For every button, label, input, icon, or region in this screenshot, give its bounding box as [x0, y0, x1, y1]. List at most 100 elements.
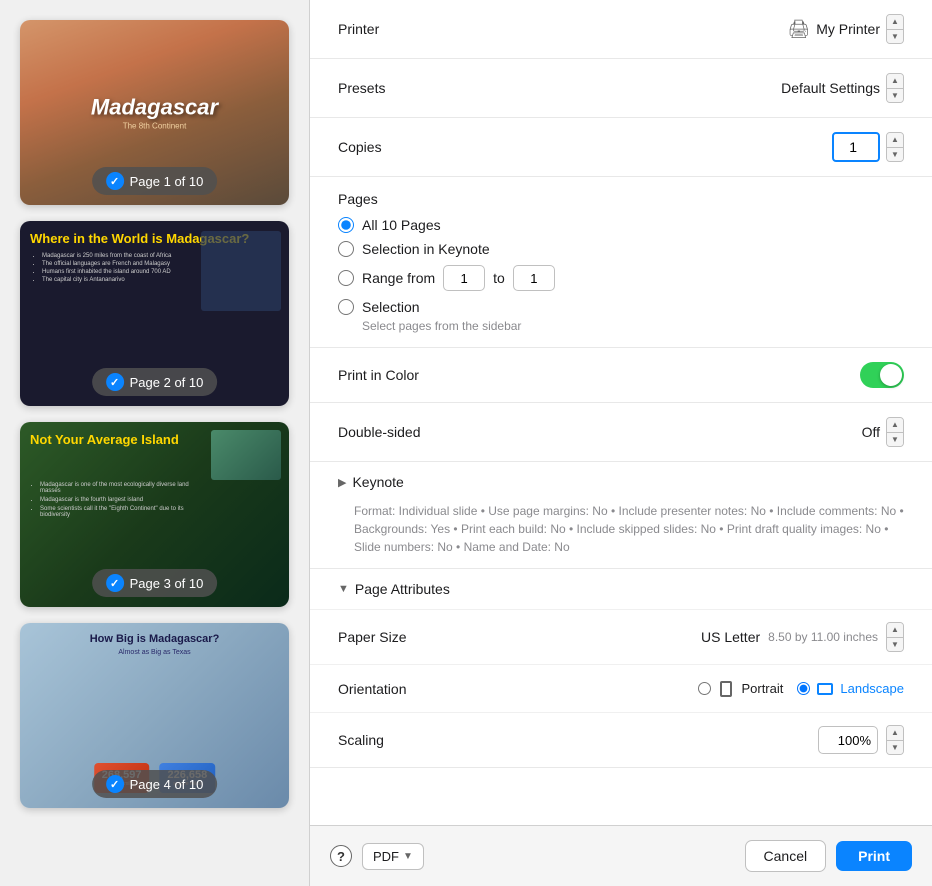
- p3-bullet-2: Madagascar is the fourth largest island: [40, 497, 200, 503]
- cancel-button[interactable]: Cancel: [745, 840, 827, 872]
- portrait-page-icon: [720, 681, 732, 697]
- page-4-label: Page 4 of 10: [130, 777, 204, 792]
- page-4-label-bar: Page 4 of 10: [92, 770, 218, 798]
- color-toggle[interactable]: [860, 362, 904, 388]
- paper-size-stepper[interactable]: ▲ ▼: [886, 622, 904, 652]
- paper-size-label: Paper Size: [338, 629, 478, 645]
- presets-label: Presets: [338, 80, 458, 96]
- range-from-input[interactable]: [443, 265, 485, 291]
- page-attributes-header[interactable]: ▼ Page Attributes: [310, 569, 932, 609]
- keynote-header[interactable]: ▶ Keynote: [310, 462, 932, 502]
- portrait-option[interactable]: Portrait: [698, 679, 783, 699]
- page-1-label-bar: Page 1 of 10: [92, 167, 218, 195]
- check-icon-4: [106, 775, 124, 793]
- keynote-section: ▶ Keynote Format: Individual slide • Use…: [310, 462, 932, 569]
- help-button[interactable]: ?: [330, 845, 352, 867]
- scaling-input[interactable]: [818, 726, 878, 754]
- page-thumb-4[interactable]: How Big is Madagascar? Almost as Big as …: [20, 623, 289, 808]
- landscape-radio[interactable]: [797, 682, 810, 695]
- scaling-stepper-down[interactable]: ▼: [887, 741, 903, 755]
- radio-row-selection-keynote: Selection in Keynote: [338, 241, 904, 257]
- page3-bullets: Madagascar is one of the most ecological…: [30, 482, 200, 521]
- landscape-icon-container: [815, 679, 835, 699]
- presets-stepper[interactable]: ▲ ▼: [886, 73, 904, 103]
- page-attributes-title: Page Attributes: [355, 581, 450, 597]
- pdf-dropdown[interactable]: PDF ▼: [362, 843, 424, 870]
- copies-stepper[interactable]: ▲ ▼: [886, 132, 904, 162]
- printer-stepper[interactable]: ▲ ▼: [886, 14, 904, 44]
- pages-section: Pages All 10 Pages Selection in Keynote …: [310, 177, 932, 348]
- printer-row: Printer 🖨 My Printer ▲ ▼: [310, 0, 932, 59]
- page3-title: Not Your Average Island: [30, 432, 179, 448]
- copies-value: ▲ ▼: [832, 132, 904, 162]
- orientation-row: Orientation Portrait: [310, 664, 932, 712]
- radio-selection-keynote-label: Selection in Keynote: [362, 241, 490, 257]
- radio-selection[interactable]: [338, 299, 354, 315]
- presets-stepper-down[interactable]: ▼: [887, 89, 903, 103]
- radio-selection-label: Selection: [362, 299, 420, 315]
- range-row: Range from to: [338, 265, 904, 291]
- scaling-value: ▲ ▼: [818, 725, 904, 755]
- landscape-option[interactable]: Landscape: [797, 679, 904, 699]
- page-attributes-section: ▼ Page Attributes Paper Size US Letter 8…: [310, 569, 932, 768]
- portrait-label: Portrait: [741, 681, 783, 696]
- selection-hint: Select pages from the sidebar: [362, 319, 904, 333]
- paper-size-value: US Letter 8.50 by 11.00 inches ▲ ▼: [701, 622, 904, 652]
- panel-footer: ? PDF ▼ Cancel Print: [310, 825, 932, 886]
- radio-range[interactable]: [338, 270, 354, 286]
- radio-selection-keynote[interactable]: [338, 241, 354, 257]
- radio-all-label: All 10 Pages: [362, 217, 441, 233]
- print-color-label: Print in Color: [338, 367, 458, 383]
- page4-subtitle: Almost as Big as Texas: [118, 649, 190, 656]
- presets-value: Default Settings ▲ ▼: [781, 73, 904, 103]
- paper-size-dims: 8.50 by 11.00 inches: [768, 630, 878, 644]
- portrait-radio[interactable]: [698, 682, 711, 695]
- range-to-input[interactable]: [513, 265, 555, 291]
- scaling-label: Scaling: [338, 732, 478, 748]
- thumb-2-map: [201, 231, 281, 311]
- thumb-1-content: Madagascar The 8th Continent: [91, 95, 218, 130]
- page-thumb-2[interactable]: Where in the World is Madagascar? Madaga…: [20, 221, 289, 406]
- printer-stepper-up[interactable]: ▲: [887, 15, 903, 29]
- double-sided-stepper-up[interactable]: ▲: [887, 418, 903, 432]
- page-thumb-1[interactable]: Madagascar The 8th Continent Page 1 of 1…: [20, 20, 289, 205]
- paper-size-stepper-up[interactable]: ▲: [887, 623, 903, 637]
- print-button[interactable]: Print: [836, 841, 912, 871]
- scaling-stepper[interactable]: ▲ ▼: [886, 725, 904, 755]
- double-sided-stepper[interactable]: ▲ ▼: [886, 417, 904, 447]
- printer-value: 🖨 My Printer ▲ ▼: [787, 14, 904, 44]
- portrait-icon-container: [716, 679, 736, 699]
- copies-input[interactable]: [832, 132, 880, 162]
- copies-label: Copies: [338, 139, 458, 155]
- copies-stepper-up[interactable]: ▲: [887, 133, 903, 147]
- page-1-label: Page 1 of 10: [130, 174, 204, 189]
- presets-stepper-up[interactable]: ▲: [887, 74, 903, 88]
- scaling-row: Scaling ▲ ▼: [310, 712, 932, 767]
- p3-bullet-1: Madagascar is one of the most ecological…: [40, 482, 200, 494]
- printer-stepper-down[interactable]: ▼: [887, 30, 903, 44]
- double-sided-stepper-down[interactable]: ▼: [887, 433, 903, 447]
- radio-row-all: All 10 Pages: [338, 217, 904, 233]
- copies-stepper-down[interactable]: ▼: [887, 148, 903, 162]
- page1-subtitle: The 8th Continent: [91, 121, 218, 130]
- double-sided-row: Double-sided Off ▲ ▼: [310, 403, 932, 462]
- page-2-label: Page 2 of 10: [130, 375, 204, 390]
- print-panel: Printer 🖨 My Printer ▲ ▼ Presets Default…: [310, 0, 932, 886]
- radio-all-pages[interactable]: [338, 217, 354, 233]
- range-to-label: to: [493, 270, 505, 286]
- scaling-stepper-up[interactable]: ▲: [887, 726, 903, 740]
- radio-range-label: Range from: [362, 270, 435, 286]
- presets-value-text: Default Settings: [781, 80, 880, 96]
- paper-size-stepper-down[interactable]: ▼: [887, 638, 903, 652]
- keynote-arrow-icon: ▶: [338, 476, 346, 489]
- print-color-row: Print in Color: [310, 348, 932, 403]
- paper-size-name: US Letter: [701, 629, 760, 645]
- landscape-page-icon: [817, 683, 833, 695]
- page-3-label: Page 3 of 10: [130, 576, 204, 591]
- copies-row: Copies ▲ ▼: [310, 118, 932, 177]
- color-toggle-knob: [880, 364, 902, 386]
- pdf-chevron-icon: ▼: [403, 851, 413, 862]
- page-thumb-3[interactable]: Not Your Average Island Madagascar is on…: [20, 422, 289, 607]
- page-3-label-bar: Page 3 of 10: [92, 569, 218, 597]
- page1-title: Madagascar: [91, 95, 218, 119]
